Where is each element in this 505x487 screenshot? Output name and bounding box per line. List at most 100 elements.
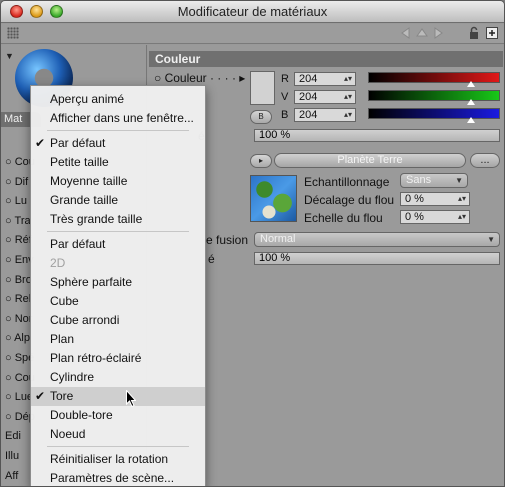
blur-offset-field[interactable]: 0 % ▴▾ <box>400 192 470 206</box>
texture-more-button[interactable]: ... <box>470 153 500 168</box>
checkmark-icon: ✔ <box>35 136 46 150</box>
channel-value-field[interactable]: 204 ▴▾ <box>294 72 356 86</box>
menu-item-label: Très grande taille <box>50 212 143 226</box>
menu-item-label: Par défaut <box>50 237 106 251</box>
blur-offset-value: 0 % <box>405 193 424 205</box>
menu-item[interactable]: Double-tore <box>31 406 205 425</box>
menu-item[interactable]: ✔ Tore <box>31 387 205 406</box>
menu-item-label: Sphère parfaite <box>50 275 133 289</box>
menu-item-label: Grande taille <box>50 193 119 207</box>
close-window-icon[interactable] <box>10 5 23 18</box>
menu-item[interactable]: ✔ Par défaut <box>31 134 205 153</box>
menu-item: 2D <box>31 254 205 273</box>
channel-value-field[interactable]: 204 ▴▾ <box>294 90 356 104</box>
mouse-cursor-icon <box>126 390 136 408</box>
section-title: Couleur <box>149 51 503 67</box>
menu-item-label: Réinitialiser la rotation <box>50 452 169 466</box>
brightness-value: 100 % <box>259 129 291 141</box>
menu-item-label: Par défaut <box>50 136 106 150</box>
channel-stepper-icon[interactable]: ▴▾ <box>344 109 352 121</box>
menu-item[interactable]: Afficher dans une fenêtre... <box>31 109 205 128</box>
menu-separator <box>47 231 189 232</box>
sampling-dropdown[interactable]: Sans ▼ <box>400 173 468 188</box>
window-title: Modificateur de matériaux <box>177 4 328 19</box>
menu-item[interactable]: Paramètres de scène... <box>31 469 205 486</box>
menu-item[interactable]: Par défaut <box>31 235 205 254</box>
channel-value-field[interactable]: 204 ▴▾ <box>294 108 356 122</box>
color-label-row: ○ Couleur · · · · ▸ <box>154 71 246 85</box>
channel-letter: R <box>281 73 289 85</box>
menu-item[interactable]: Grande taille <box>31 191 205 210</box>
texture-name-button[interactable]: Planète Terre <box>274 153 466 168</box>
channel-slider[interactable] <box>368 90 500 105</box>
mix-strength-value: 100 % <box>259 252 291 264</box>
channel-stepper-icon[interactable]: ▴▾ <box>344 73 352 85</box>
mix-mode-label: e fusion <box>206 233 249 247</box>
menu-item-label: Plan rétro-éclairé <box>50 351 142 365</box>
menu-item-label: Aperçu animé <box>50 92 125 106</box>
zoom-window-icon[interactable] <box>50 5 63 18</box>
toolbar <box>1 24 504 44</box>
channel-value: 204 <box>299 91 318 103</box>
blur-scale-label: Echelle du flou <box>304 211 383 225</box>
channel-slider[interactable] <box>368 108 500 123</box>
channel-letter: B <box>281 109 289 121</box>
menu-item-label: 2D <box>50 256 66 270</box>
menu-item[interactable]: Petite taille <box>31 153 205 172</box>
menu-item[interactable]: Plan <box>31 330 205 349</box>
back-arrow-icon[interactable] <box>399 26 413 40</box>
menu-item-label: Double-tore <box>50 408 113 422</box>
up-arrow-icon[interactable] <box>415 26 429 40</box>
mix-mode-dropdown[interactable]: Normal ▼ <box>254 232 500 247</box>
lock-icon[interactable] <box>467 26 481 40</box>
mix-strength-label: é <box>208 252 215 266</box>
menu-item-label: Moyenne taille <box>50 174 128 188</box>
menu-item[interactable]: Cylindre <box>31 368 205 387</box>
menu-item[interactable]: Moyenne taille <box>31 172 205 191</box>
color-label: Couleur <box>164 71 207 85</box>
material-editor-window: Modificateur de matériaux ▼ Mat ○ Cou ○ D… <box>0 0 505 487</box>
blur-scale-stepper-icon[interactable]: ▴▾ <box>458 211 466 223</box>
blur-scale-value: 0 % <box>405 211 424 223</box>
blur-scale-field[interactable]: 0 % ▴▾ <box>400 210 470 224</box>
menu-item-label: Afficher dans une fenêtre... <box>50 111 194 125</box>
menu-item-label: Tore <box>50 389 74 403</box>
slider-handle-icon[interactable] <box>467 99 475 105</box>
checkmark-icon: ✔ <box>35 389 46 403</box>
menu-item[interactable]: Cube <box>31 292 205 311</box>
title-bar[interactable]: Modificateur de matériaux <box>1 1 504 23</box>
menu-item[interactable]: Cube arrondi <box>31 311 205 330</box>
texture-thumbnail[interactable] <box>250 175 297 222</box>
menu-item[interactable]: Noeud <box>31 425 205 444</box>
channel-value: 204 <box>299 109 318 121</box>
menu-item[interactable]: Très grande taille <box>31 210 205 229</box>
menu-item-label: Cube <box>50 294 79 308</box>
mix-strength-slider[interactable]: 100 % <box>254 252 500 265</box>
slider-handle-icon[interactable] <box>467 81 475 87</box>
blur-offset-label: Décalage du flou <box>304 193 395 207</box>
menu-item-label: Petite taille <box>50 155 109 169</box>
new-window-icon[interactable] <box>485 26 499 40</box>
forward-arrow-icon[interactable] <box>431 26 445 40</box>
mix-mode-value: Normal <box>260 233 296 245</box>
minimize-window-icon[interactable] <box>30 5 43 18</box>
preview-context-menu: Aperçu animé Afficher dans une fenêtre...… <box>30 85 206 486</box>
channel-slider[interactable] <box>368 72 500 87</box>
preview-menu-arrow-icon[interactable]: ▼ <box>5 51 14 61</box>
color-swatch[interactable] <box>250 71 275 105</box>
sampling-label: Echantillonnage <box>304 175 390 189</box>
sampling-value: Sans <box>406 174 432 186</box>
channel-stepper-icon[interactable]: ▴▾ <box>344 91 352 103</box>
blur-offset-stepper-icon[interactable]: ▴▾ <box>458 193 466 205</box>
menu-item[interactable]: Plan rétro-éclairé <box>31 349 205 368</box>
color-b-button[interactable]: B <box>250 110 272 124</box>
menu-item[interactable]: Sphère parfaite <box>31 273 205 292</box>
slider-handle-icon[interactable] <box>467 117 475 123</box>
mix-mode-chevron-icon: ▼ <box>487 235 495 244</box>
menu-item[interactable]: Réinitialiser la rotation <box>31 450 205 469</box>
texture-arrow-button[interactable]: ▸ <box>250 154 272 168</box>
menu-item[interactable]: Aperçu animé <box>31 90 205 109</box>
brightness-slider[interactable]: 100 % <box>254 129 500 142</box>
grip-icon[interactable] <box>7 27 19 39</box>
sampling-chevron-icon: ▼ <box>455 176 463 185</box>
